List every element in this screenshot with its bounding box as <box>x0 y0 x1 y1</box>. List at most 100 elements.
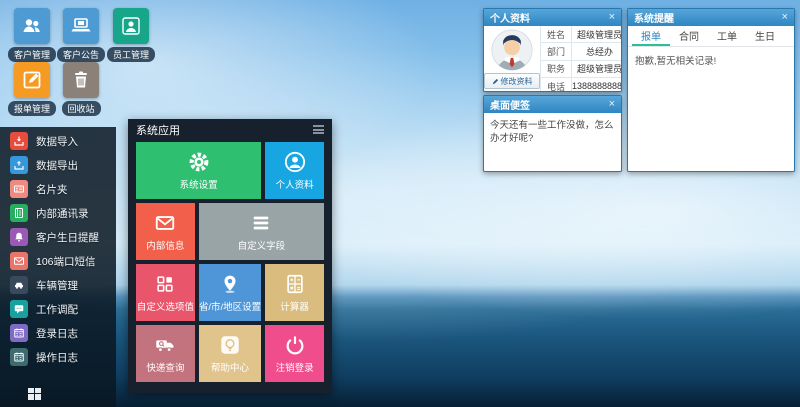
edit-icon <box>492 78 499 85</box>
calculator-icon <box>284 273 306 295</box>
tile-system-settings[interactable]: 系统设置 <box>136 142 261 199</box>
desktop-icon-label: 客户管理 <box>8 47 56 62</box>
tile-calculator[interactable]: 计算器 <box>265 264 324 321</box>
tile-label: 注销登录 <box>276 360 314 374</box>
reminder-tabbar: 报单 合同 工单 生日 <box>628 26 794 47</box>
profile-panel: 个人资料 × 修改资料 姓 <box>483 8 622 92</box>
profile-panel-title: 个人资料 <box>490 10 530 25</box>
sidebar-item-work-dispatch[interactable]: 工作调配 <box>10 300 116 318</box>
profile-row: 部门 总经办 <box>541 43 622 60</box>
tile-label: 快递查询 <box>146 360 184 374</box>
note-panel-title: 桌面便签 <box>490 97 530 112</box>
sidebar-item-birthday-reminder[interactable]: 客户生日提醒 <box>10 228 116 246</box>
tile-internal-messages[interactable]: 内部信息 <box>136 203 195 260</box>
tile-personal-profile[interactable]: 个人资料 <box>265 142 324 199</box>
profile-row: 职务 超级管理员 <box>541 61 622 78</box>
desktop-icon-label: 报单管理 <box>8 101 56 116</box>
start-menu-title: 系统应用 <box>136 122 180 138</box>
desktop-icon-orders[interactable]: 报单管理 <box>13 62 51 116</box>
sidebar-item-name-cards[interactable]: 名片夹 <box>10 180 116 198</box>
desktop: { "desktop": { "icons": [ { "label": "客户… <box>0 0 800 407</box>
sidebar: 数据导入 数据导出 名片夹 内部通讯录 客户生日提醒 106端口短信 车辆管理 … <box>0 127 116 407</box>
profile-body: 修改资料 姓名 超级管理员 部门 总经办 职务 超级管理员 电话 1388888… <box>484 26 621 92</box>
note-content[interactable]: 今天还有一些工作没做，怎么办才好呢? <box>484 113 621 152</box>
tile-express-tracking[interactable]: 快递查询 <box>136 325 195 382</box>
desktop-icon-customers[interactable]: 客户管理 <box>13 8 51 62</box>
reminder-panel-title: 系统提醒 <box>634 10 674 25</box>
sidebar-item-data-import[interactable]: 数据导入 <box>10 132 116 150</box>
sidebar-item-internal-contacts[interactable]: 内部通讯录 <box>10 204 116 222</box>
tile-label: 个人资料 <box>276 177 314 191</box>
sidebar-item-data-export[interactable]: 数据导出 <box>10 156 116 174</box>
desktop-icon-recycle-bin[interactable]: 回收站 <box>62 62 100 116</box>
tile-custom-fields[interactable]: 自定义字段 <box>199 203 324 260</box>
windows-start-button[interactable] <box>28 388 42 401</box>
customers-icon <box>14 8 50 44</box>
sidebar-item-label: 登录日志 <box>36 326 78 341</box>
sidebar-item-label: 工作调配 <box>36 302 78 317</box>
desktop-note-panel: 桌面便签 × 今天还有一些工作没做，怎么办才好呢? <box>483 95 622 172</box>
employee-icon <box>113 8 149 44</box>
tile-label: 内部信息 <box>146 238 184 252</box>
calendar-icon <box>10 324 28 342</box>
car-icon <box>10 276 28 294</box>
power-icon <box>284 334 306 356</box>
field-label: 职务 <box>541 61 572 77</box>
tile-region-settings[interactable]: 省/市/地区设置 <box>199 264 261 321</box>
system-reminder-panel: 系统提醒 × 报单 合同 工单 生日 抱歉,暂无相关记录! <box>627 8 795 172</box>
edit-profile-label: 修改资料 <box>501 76 533 87</box>
tab-contracts[interactable]: 合同 <box>670 26 708 46</box>
export-icon <box>10 156 28 174</box>
chat-bubble-icon <box>10 300 28 318</box>
desktop-icon-label: 客户公告 <box>57 47 105 62</box>
close-icon[interactable]: × <box>609 12 615 23</box>
tile-custom-option-values[interactable]: 自定义选项值 <box>136 264 195 321</box>
tab-work-orders[interactable]: 工单 <box>708 26 746 46</box>
field-label: 姓名 <box>541 26 572 42</box>
profile-table: 姓名 超级管理员 部门 总经办 职务 超级管理员 电话 13888888888 <box>540 26 622 92</box>
envelope-icon <box>154 212 176 234</box>
desktop-icon-label: 回收站 <box>62 101 101 116</box>
tile-label: 系统设置 <box>180 177 218 191</box>
edit-profile-button[interactable]: 修改资料 <box>484 73 540 89</box>
sidebar-item-label: 数据导出 <box>36 158 78 173</box>
sidebar-item-label: 操作日志 <box>36 350 78 365</box>
tab-birthdays[interactable]: 生日 <box>746 26 784 46</box>
note-panel-header: 桌面便签 × <box>484 96 621 113</box>
tile-label: 计算器 <box>280 299 309 313</box>
windows-logo-pane <box>28 388 34 393</box>
close-icon[interactable]: × <box>609 99 615 110</box>
close-icon[interactable]: × <box>782 12 788 23</box>
sidebar-item-vehicle-management[interactable]: 车辆管理 <box>10 276 116 294</box>
tab-orders[interactable]: 报单 <box>632 26 670 46</box>
sidebar-item-login-log[interactable]: 登录日志 <box>10 324 116 342</box>
gear-icon <box>188 151 210 173</box>
sidebar-item-label: 106端口短信 <box>36 254 96 269</box>
sidebar-item-sms-port[interactable]: 106端口短信 <box>10 252 116 270</box>
birthday-bell-icon <box>10 228 28 246</box>
reminder-panel-header: 系统提醒 × <box>628 9 794 26</box>
menu-toggle-icon[interactable] <box>313 125 324 134</box>
field-value: 13888888888 <box>572 78 622 92</box>
field-value: 总经办 <box>572 43 622 59</box>
desktop-icon-employee[interactable]: 员工管理 <box>112 8 150 62</box>
tile-label: 自定义字段 <box>238 238 286 252</box>
bulb-icon <box>219 334 241 356</box>
tile-help-center[interactable]: 帮助中心 <box>199 325 261 382</box>
name-card-icon <box>10 180 28 198</box>
import-icon <box>10 132 28 150</box>
field-label: 部门 <box>541 43 572 59</box>
map-pin-icon <box>219 273 241 295</box>
start-menu-panel: 系统应用 系统设置 个人资料 内部信息 自定义字段 自定义选项值 省/市/地区设… <box>128 119 332 393</box>
sidebar-item-label: 名片夹 <box>36 182 68 197</box>
windows-logo-pane <box>35 388 41 393</box>
hamburger-icon <box>250 212 272 234</box>
sidebar-item-operation-log[interactable]: 操作日志 <box>10 348 116 366</box>
delivery-truck-icon <box>154 334 176 356</box>
start-menu-header: 系统应用 <box>128 119 332 140</box>
desktop-icon-label: 员工管理 <box>107 47 155 62</box>
avatar <box>491 29 533 71</box>
windows-logo-pane <box>35 394 41 400</box>
desktop-icon-announcement[interactable]: 客户公告 <box>62 8 100 62</box>
tile-logout[interactable]: 注销登录 <box>265 325 324 382</box>
